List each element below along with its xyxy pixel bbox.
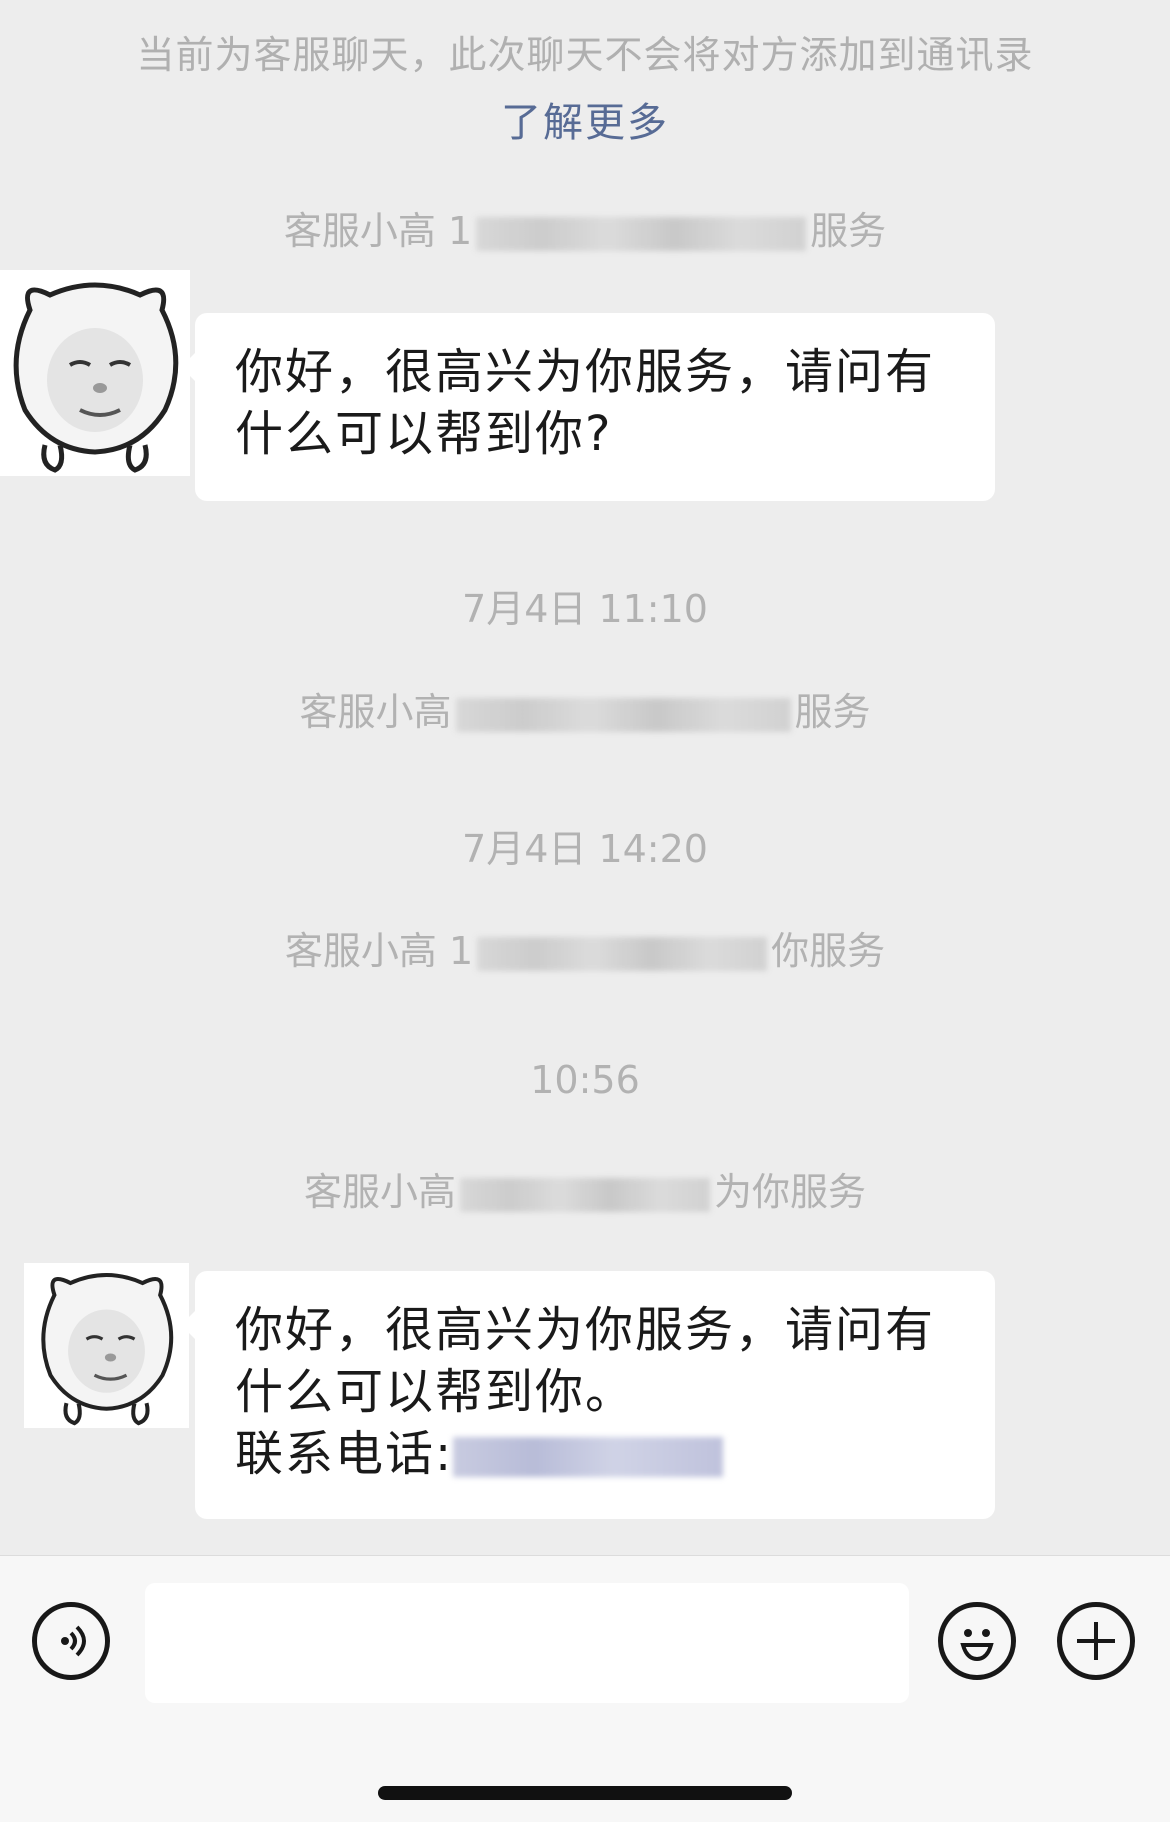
message-text-line: 你好，很高兴为你服务，请问有 <box>235 1302 936 1358</box>
contact-phone-label: 联系电话: <box>235 1426 454 1482</box>
home-indicator[interactable] <box>378 1786 792 1800</box>
learn-more-link[interactable]: 了解更多 <box>0 90 1170 148</box>
timestamp: 7月4日 14:20 <box>462 827 708 871</box>
contact-phone-line: 联系电话: <box>235 1423 955 1485</box>
system-message-suffix: 服务 <box>794 690 871 734</box>
plus-icon[interactable] <box>1057 1602 1135 1680</box>
emoji-icon[interactable] <box>938 1602 1016 1680</box>
message-bubble[interactable]: 你好，很高兴为你服务，请问有 什么可以帮到你? <box>181 313 995 501</box>
system-message: 客服小高 服务 <box>0 681 1170 736</box>
agent-avatar[interactable] <box>24 1263 189 1428</box>
message-input[interactable] <box>145 1583 909 1703</box>
system-message-prefix: 客服小高 1 <box>283 209 473 253</box>
smiley-face-icon <box>960 1629 994 1662</box>
pig-face-avatar-icon <box>0 270 190 476</box>
redacted-id <box>460 1177 710 1212</box>
redacted-id <box>455 697 791 732</box>
system-message: 客服小高 1 你服务 <box>0 920 1170 975</box>
message-bubble[interactable]: 你好，很高兴为你服务，请问有 什么可以帮到你。 联系电话: <box>181 1271 995 1519</box>
voice-wave-icon <box>61 1625 86 1657</box>
system-message-suffix: 你服务 <box>771 929 886 973</box>
system-message-suffix: 为你服务 <box>714 1170 867 1214</box>
redacted-id <box>476 216 807 251</box>
pig-face-avatar-icon <box>30 1263 183 1428</box>
system-message: 客服小高 为你服务 <box>0 1161 1170 1216</box>
message-text-line: 你好，很高兴为你服务，请问有 <box>235 344 936 400</box>
plus-sign-icon <box>1077 1622 1115 1660</box>
message-text-line: 什么可以帮到你? <box>235 406 613 462</box>
customer-service-notice: 当前为客服聊天，此次聊天不会将对方添加到通讯录 <box>136 33 1034 77</box>
redacted-id <box>477 936 768 971</box>
timestamp: 10:56 <box>530 1058 640 1102</box>
system-message-prefix: 客服小高 1 <box>284 929 474 973</box>
system-message-suffix: 服务 <box>810 209 887 253</box>
system-message-prefix: 客服小高 <box>303 1170 456 1214</box>
voice-icon[interactable] <box>32 1602 110 1680</box>
timestamp: 7月4日 11:10 <box>462 587 708 631</box>
agent-avatar[interactable] <box>0 270 190 476</box>
chat-input-bar <box>0 1555 1170 1822</box>
message-text-line: 什么可以帮到你。 <box>235 1364 636 1420</box>
system-message: 客服小高 1 服务 <box>0 200 1170 255</box>
redacted-phone-number[interactable] <box>453 1437 724 1477</box>
system-message-prefix: 客服小高 <box>299 690 452 734</box>
